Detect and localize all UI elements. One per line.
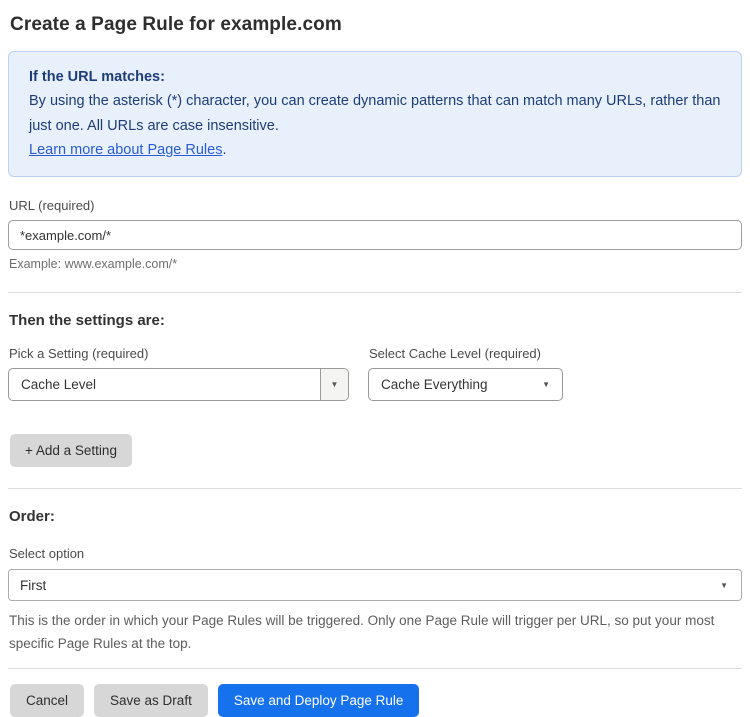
learn-more-link[interactable]: Learn more about Page Rules bbox=[29, 142, 222, 158]
cache-level-select-group: Select Cache Level (required) Cache Ever… bbox=[368, 329, 563, 402]
url-example-helper: Example: www.example.com/* bbox=[9, 257, 178, 272]
chevron-down-icon[interactable]: ▼ bbox=[320, 369, 348, 401]
order-select-value: First bbox=[20, 577, 47, 593]
cancel-button[interactable]: Cancel bbox=[10, 683, 85, 717]
info-box-heading: If the URL matches: bbox=[29, 69, 165, 85]
info-box-body: By using the asterisk (*) character, you… bbox=[29, 93, 721, 134]
section-divider bbox=[8, 292, 742, 294]
url-matches-info-box: If the URL matches: By using the asteris… bbox=[8, 51, 742, 178]
save-as-draft-button[interactable]: Save as Draft bbox=[94, 683, 208, 717]
section-divider bbox=[8, 488, 742, 490]
chevron-down-icon: ▼ bbox=[542, 380, 550, 390]
order-section-heading: Order: bbox=[9, 508, 55, 526]
create-page-rule-form: Create a Page Rule for example.com If th… bbox=[0, 0, 750, 717]
cache-level-select-label: Select Cache Level (required) bbox=[369, 346, 541, 362]
footer-divider bbox=[8, 667, 742, 669]
settings-section-heading: Then the settings are: bbox=[9, 312, 165, 330]
chevron-down-icon: ▼ bbox=[720, 580, 728, 590]
add-setting-button[interactable]: + Add a Setting bbox=[10, 434, 132, 468]
setting-select-value: Cache Level bbox=[21, 377, 97, 393]
save-and-deploy-button[interactable]: Save and Deploy Page Rule bbox=[217, 683, 420, 717]
settings-selects-row: Pick a Setting (required) Cache Level ▼ … bbox=[8, 329, 742, 402]
footer-actions: Cancel Save as Draft Save and Deploy Pag… bbox=[10, 683, 742, 717]
cache-level-select[interactable]: Cache Everything ▼ bbox=[368, 368, 563, 402]
setting-select-group: Pick a Setting (required) Cache Level ▼ bbox=[8, 329, 349, 402]
link-period: . bbox=[222, 142, 227, 159]
url-field-label: URL (required) bbox=[9, 198, 95, 214]
setting-select[interactable]: Cache Level ▼ bbox=[8, 368, 349, 402]
cache-level-select-value: Cache Everything bbox=[381, 377, 488, 393]
page-title: Create a Page Rule for example.com bbox=[10, 14, 342, 35]
setting-select-label: Pick a Setting (required) bbox=[9, 346, 149, 362]
info-box-link-line: Learn more about Page Rules. bbox=[29, 138, 721, 162]
order-select-label: Select option bbox=[9, 546, 85, 562]
order-select[interactable]: First ▼ bbox=[8, 569, 742, 602]
url-input[interactable] bbox=[8, 220, 742, 251]
order-help-text: This is the order in which your Page Rul… bbox=[9, 613, 715, 651]
